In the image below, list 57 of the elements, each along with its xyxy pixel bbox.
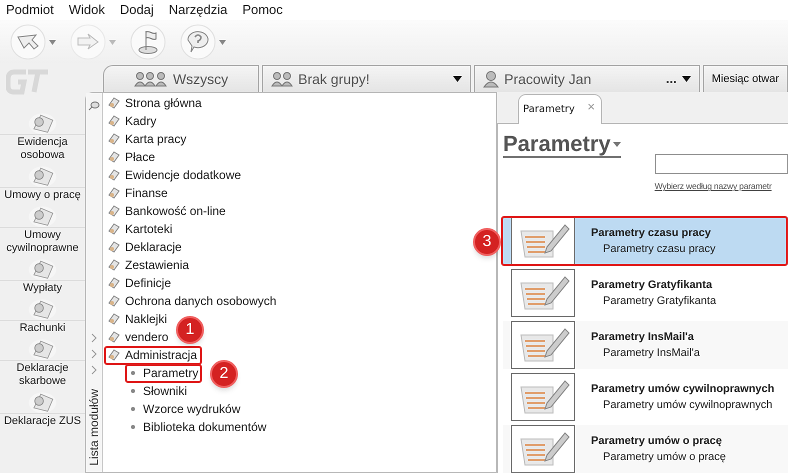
tree-item[interactable]: Słowniki [107, 382, 188, 400]
nav-item[interactable]: Deklaracje ZUS [0, 389, 85, 428]
context-tab[interactable]: Pracowity Jan ... [474, 65, 700, 92]
tree-item[interactable]: Strona główna [107, 94, 202, 112]
item-subtitle: Parametry umów cywilnoprawnych [602, 398, 774, 413]
tree-item[interactable]: Definicje [107, 274, 172, 292]
panel-title: Lista modułów [86, 389, 102, 466]
menu-item[interactable]: Pomoc [242, 0, 283, 20]
item-title: Parametry czasu pracy [591, 226, 712, 241]
tree-item[interactable]: Naklejki [107, 310, 168, 328]
tree-item[interactable]: Kadry [107, 112, 156, 130]
context-tab[interactable]: Brak grupy! [262, 65, 472, 92]
more-label[interactable]: ... [666, 69, 677, 89]
tree-item[interactable]: Bankowość on-line [107, 202, 226, 220]
parameter-item[interactable]: Parametry InsMail'a Parametry InsMail'a [503, 321, 788, 369]
tab-label: Wszyscy [172, 70, 228, 89]
tree-item[interactable]: Deklaracje [107, 238, 182, 256]
context-tab[interactable]: Wszyscy [103, 65, 260, 92]
tree-item[interactable]: Parametry [107, 364, 198, 382]
search-hint-link[interactable]: Wybierz według nazwy parametr [654, 180, 788, 193]
parameter-item[interactable]: Parametry umów o pracę Parametry umów o pracę [503, 425, 788, 473]
menu-item[interactable]: Widok [68, 0, 105, 20]
heading-dropdown[interactable]: Parametry [503, 132, 621, 158]
context-tab[interactable]: Miesiąc otwar [702, 65, 788, 92]
nav-item[interactable]: Rachunki [0, 296, 85, 335]
item-subtitle: Parametry InsMail'a [602, 346, 700, 361]
item-title: Parametry umów o pracę [591, 434, 723, 449]
nav-item[interactable]: Wypłaty [0, 256, 85, 295]
tree-item[interactable]: Płace [107, 148, 156, 166]
tree-item[interactable]: Ewidencje dodatkowe [107, 166, 242, 184]
tree-item[interactable]: Biblioteka dokumentów [107, 418, 266, 436]
tree-item[interactable]: Wzorce wydruków [107, 400, 240, 418]
nav-item[interactable]: Umowy cywilnoprawne [0, 203, 85, 255]
parameter-item[interactable]: Parametry czasu pracy Parametry czasu pracy [503, 217, 788, 265]
tree-item[interactable]: Finanse [107, 184, 168, 202]
tab-label: Miesiąc otwar [712, 72, 779, 87]
item-subtitle: Parametry czasu pracy [602, 242, 716, 257]
item-title: Parametry Gratyfikanta [591, 278, 714, 293]
tab-label: Brak grupy! [298, 70, 370, 89]
nav-item[interactable]: Deklaracje skarbowe [0, 336, 85, 388]
menu-item[interactable]: Podmiot [6, 0, 54, 20]
tree-item[interactable]: Zestawienia [107, 256, 190, 274]
item-subtitle: Parametry Gratyfikanta [602, 294, 716, 309]
tree-item[interactable]: vendero [107, 328, 168, 346]
tree-item[interactable]: Kartoteki [107, 220, 172, 238]
nav-item[interactable]: Ewidencja osobowa [0, 110, 85, 162]
item-title: Parametry InsMail'a [591, 330, 695, 345]
item-subtitle: Parametry umów o pracę [602, 450, 726, 465]
tree-item[interactable]: Administracja [107, 346, 198, 364]
item-title: Parametry umów cywilnoprawnych [591, 382, 774, 397]
nav-item[interactable]: Umowy o pracę [0, 163, 85, 202]
tab-label: Pracowity Jan [504, 70, 592, 89]
tree-item[interactable]: Ochrona danych osobowych [107, 292, 276, 310]
document-tab[interactable]: Parametry × [518, 94, 602, 124]
tree-item[interactable]: Karta pracy [107, 130, 186, 148]
menu-item[interactable]: Dodaj [120, 0, 154, 20]
menu-item[interactable]: Narzędzia [168, 0, 228, 20]
